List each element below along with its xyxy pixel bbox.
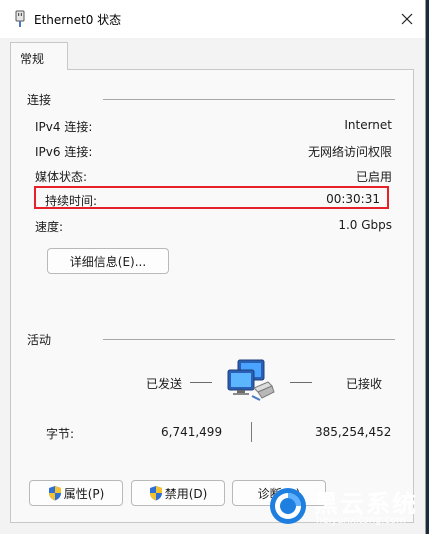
watermark-url: heiyunxitong.com bbox=[316, 515, 406, 526]
media-state-label: 媒体状态: bbox=[35, 170, 88, 184]
window-title: Ethernet0 状态 bbox=[34, 13, 122, 27]
uac-shield-icon bbox=[48, 486, 61, 501]
sent-label: 已发送 bbox=[146, 377, 183, 391]
disable-button[interactable]: 禁用(D) bbox=[131, 480, 225, 506]
watermark: 黑云系统 heiyunxitong.com bbox=[264, 482, 429, 534]
ipv6-label: IPv6 连接: bbox=[35, 145, 93, 159]
duration-label: 持续时间: bbox=[45, 194, 98, 208]
connection-divider bbox=[103, 99, 395, 100]
duration-value: 00:30:31 bbox=[326, 192, 380, 206]
bytes-received-value: 385,254,452 bbox=[315, 425, 392, 439]
disable-button-label: 禁用(D) bbox=[164, 486, 208, 501]
activity-section-title: 活动 bbox=[27, 333, 52, 347]
media-state-value: 已启用 bbox=[355, 170, 392, 184]
details-button[interactable]: 详细信息(E)... bbox=[47, 248, 169, 274]
activity-divider bbox=[103, 339, 395, 340]
received-label: 已接收 bbox=[346, 377, 383, 391]
speed-value: 1.0 Gbps bbox=[338, 218, 392, 232]
bytes-separator bbox=[251, 422, 252, 442]
watermark-brand: 黑云系统 bbox=[314, 490, 418, 518]
properties-button[interactable]: 属性(P) bbox=[29, 480, 123, 506]
ipv4-label: IPv4 连接: bbox=[35, 120, 93, 134]
bytes-sent-value: 6,741,499 bbox=[161, 425, 223, 439]
general-panel bbox=[10, 69, 414, 523]
ipv4-value: Internet bbox=[344, 118, 392, 132]
bytes-label: 字节: bbox=[46, 427, 75, 441]
sent-dash bbox=[190, 382, 212, 383]
tab-general-label: 常规 bbox=[20, 52, 45, 66]
close-icon bbox=[401, 13, 413, 25]
network-adapter-icon bbox=[14, 10, 26, 28]
uac-shield-icon bbox=[149, 486, 162, 501]
properties-button-label: 属性(P) bbox=[63, 486, 105, 501]
close-button[interactable] bbox=[389, 0, 425, 38]
network-computers-icon bbox=[224, 358, 276, 404]
tab-general[interactable]: 常规 bbox=[10, 42, 68, 70]
received-dash bbox=[290, 382, 312, 383]
status-window: Ethernet0 状态 常规 连接 IPv4 连接: Internet IPv… bbox=[0, 0, 426, 534]
title-bar[interactable]: Ethernet0 状态 bbox=[0, 0, 425, 38]
heiyun-logo-icon bbox=[270, 488, 306, 524]
speed-label: 速度: bbox=[35, 220, 64, 234]
connection-section-title: 连接 bbox=[27, 93, 52, 107]
ipv6-value: 无网络访问权限 bbox=[307, 145, 392, 159]
